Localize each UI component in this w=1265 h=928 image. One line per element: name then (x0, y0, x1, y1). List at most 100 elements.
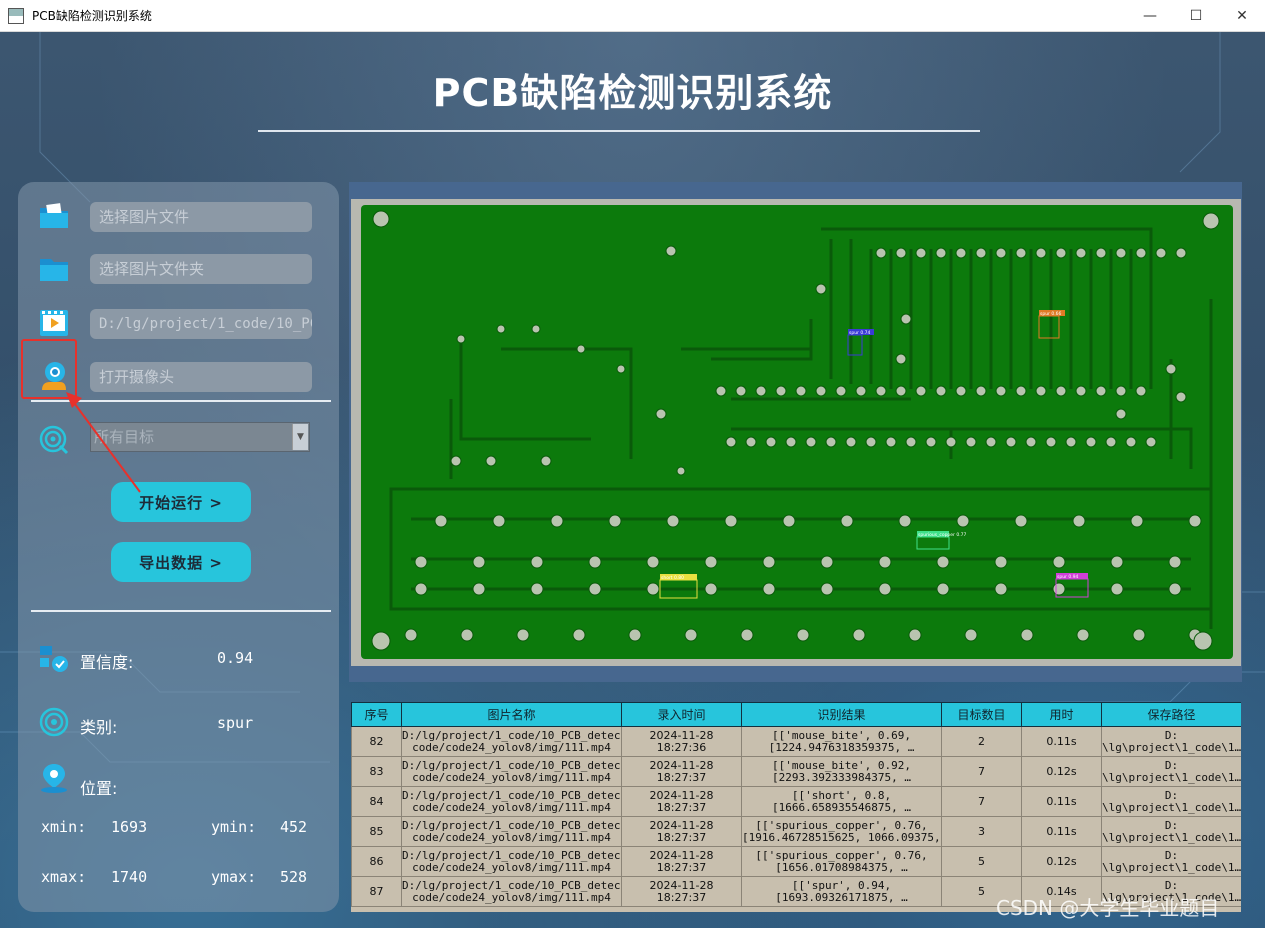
table-cell: D:/lg/project/1_code/10_PCB_detect/ code… (401, 786, 622, 817)
window-titlebar: PCB缺陷检测识别系统 — ☐ ✕ (0, 0, 1265, 32)
page-title: PCB缺陷检测识别系统 (432, 71, 833, 115)
table-cell: D:/lg/project/1_code/10_PCB_detect/ code… (401, 816, 622, 847)
table-cell: 2024-11-28 18:27:37 (621, 756, 742, 787)
table-row[interactable]: 86 D:/lg/project/1_code/10_PCB_detect/ co… (351, 846, 1241, 877)
location-pin-icon (41, 764, 67, 793)
xmax-value: 1740 (111, 868, 148, 886)
target-select-value: 所有目标 (94, 428, 155, 446)
target-icon (39, 425, 69, 455)
table-cell: 2024-11-28 18:27:37 (621, 876, 742, 907)
table-row[interactable]: 85 D:/lg/project/1_code/10_PCB_detect/ co… (351, 816, 1241, 847)
results-table[interactable]: 序号 图片名称 录入时间 识别结果 目标数目 用时 保存路径 82 D:/lg/project… (351, 702, 1241, 912)
table-header-row: 序号 图片名称 录入时间 识别结果 目标数目 用时 保存路径 (351, 702, 1241, 727)
table-cell: 2024-11-28 18:27:36 (621, 726, 742, 757)
folder-icon[interactable] (38, 253, 70, 285)
table-cell: D: \lg\project\1_code\1… (1101, 846, 1241, 877)
xmin-label: xmin: (41, 818, 87, 836)
table-cell: D:/lg/project/1_code/10_PCB_detect/ code… (401, 876, 622, 907)
table-cell: 84 (351, 786, 402, 817)
table-cell: 83 (351, 756, 402, 787)
ymax-value: 528 (280, 868, 308, 886)
close-button[interactable]: ✕ (1219, 0, 1265, 32)
confidence-label: 置信度: (80, 653, 134, 672)
table-cell: D: \lg\project\1_code\1… (1101, 756, 1241, 787)
detection-label: short 0.80 (661, 575, 684, 581)
export-button[interactable]: 导出数据 > (111, 542, 251, 582)
detection-label: spur 0.74 (849, 330, 870, 336)
table-cell: 3 (941, 816, 1022, 847)
chevron-down-icon[interactable]: ▼ (292, 424, 308, 450)
title-divider (258, 130, 980, 132)
table-cell: [['spurious_copper', 0.76, [1916.4672851… (741, 816, 942, 847)
panel-divider (31, 610, 331, 612)
detection-label: spur 0.94 (1057, 574, 1078, 580)
panel-divider (31, 400, 331, 402)
image-file-icon[interactable] (38, 200, 70, 232)
table-cell: 2 (941, 726, 1022, 757)
table-cell: [['short', 0.8, [1666.658935546875, … (741, 786, 942, 817)
class-label: 类别: (80, 718, 118, 737)
table-row[interactable]: 82 D:/lg/project/1_code/10_PCB_detect/ co… (351, 726, 1241, 757)
video-file-icon[interactable] (38, 307, 70, 339)
table-cell: D: \lg\project\1_code\1… (1101, 816, 1241, 847)
table-cell: [['spurious_copper', 0.76, [1656.0170898… (741, 846, 942, 877)
column-header[interactable]: 保存路径 (1101, 702, 1241, 727)
table-cell: 2024-11-28 18:27:37 (621, 786, 742, 817)
confidence-icon (40, 646, 68, 672)
column-header[interactable]: 识别结果 (741, 702, 942, 727)
table-cell: 7 (941, 756, 1022, 787)
table-row[interactable]: 84 D:/lg/project/1_code/10_PCB_detect/ co… (351, 786, 1241, 817)
video-path-input[interactable]: D:/lg/project/1_code/10_PCB (90, 309, 312, 339)
maximize-button[interactable]: ☐ (1173, 0, 1219, 32)
table-cell: D: \lg\project\1_code\1… (1101, 786, 1241, 817)
column-header[interactable]: 目标数目 (941, 702, 1022, 727)
table-cell: 2024-11-28 18:27:37 (621, 846, 742, 877)
ymin-label: ymin: (211, 818, 257, 836)
minimize-button[interactable]: — (1127, 0, 1173, 32)
column-header[interactable]: 用时 (1021, 702, 1102, 727)
table-cell: D:/lg/project/1_code/10_PCB_detect/ code… (401, 846, 622, 877)
camera-input[interactable]: 打开摄像头 (90, 362, 312, 392)
table-cell: 82 (351, 726, 402, 757)
table-body: 82 D:/lg/project/1_code/10_PCB_detect/ co… (351, 726, 1241, 907)
detection-label: spur 0.66 (1040, 311, 1061, 317)
app-icon (8, 7, 24, 24)
table-cell: D:/lg/project/1_code/10_PCB_detect/ code… (401, 756, 622, 787)
table-cell: [['spur', 0.94, [1693.09326171875, … (741, 876, 942, 907)
confidence-value: 0.94 (217, 649, 254, 667)
table-cell: D: \lg\project\1_code\1… (1101, 726, 1241, 757)
ymin-value: 452 (280, 818, 308, 836)
column-header[interactable]: 序号 (351, 702, 402, 727)
detection-label: spurious_copper 0.77 (918, 532, 966, 538)
position-label: 位置: (80, 779, 118, 798)
class-value: spur (217, 714, 254, 732)
target-select[interactable]: 所有目标 ▼ (90, 422, 310, 452)
table-cell: 87 (351, 876, 402, 907)
table-cell: 85 (351, 816, 402, 847)
start-button[interactable]: 开始运行 > (111, 482, 251, 522)
table-cell: 0.12s (1021, 756, 1102, 787)
table-cell: [['mouse_bite', 0.69, [1224.947631835937… (741, 726, 942, 757)
watermark: CSDN @大学生毕业题目 (996, 896, 1220, 920)
image-folder-input[interactable]: 选择图片文件夹 (90, 254, 312, 284)
image-file-input[interactable]: 选择图片文件 (90, 202, 312, 232)
table-cell: 2024-11-28 18:27:37 (621, 816, 742, 847)
table-cell: 5 (941, 846, 1022, 877)
table-cell: D:/lg/project/1_code/10_PCB_detect/ code… (401, 726, 622, 757)
table-cell: [['mouse_bite', 0.92, [2293.392333984375… (741, 756, 942, 787)
table-row[interactable]: 83 D:/lg/project/1_code/10_PCB_detect/ co… (351, 756, 1241, 787)
xmax-label: xmax: (41, 868, 87, 886)
table-cell: 7 (941, 786, 1022, 817)
table-cell: 0.11s (1021, 726, 1102, 757)
pcb-image: spur 0.74 spur 0.66 spurious_copper 0.77 sp… (351, 199, 1241, 666)
table-cell: 0.11s (1021, 786, 1102, 817)
column-header[interactable]: 图片名称 (401, 702, 622, 727)
table-cell: 86 (351, 846, 402, 877)
ymax-label: ymax: (211, 868, 257, 886)
pcb-board-graphic: spur 0.74 spur 0.66 spurious_copper 0.77 sp… (361, 205, 1233, 659)
table-cell: 0.11s (1021, 816, 1102, 847)
class-icon (39, 707, 69, 737)
column-header[interactable]: 录入时间 (621, 702, 742, 727)
xmin-value: 1693 (111, 818, 148, 836)
window-title: PCB缺陷检测识别系统 (32, 9, 152, 23)
